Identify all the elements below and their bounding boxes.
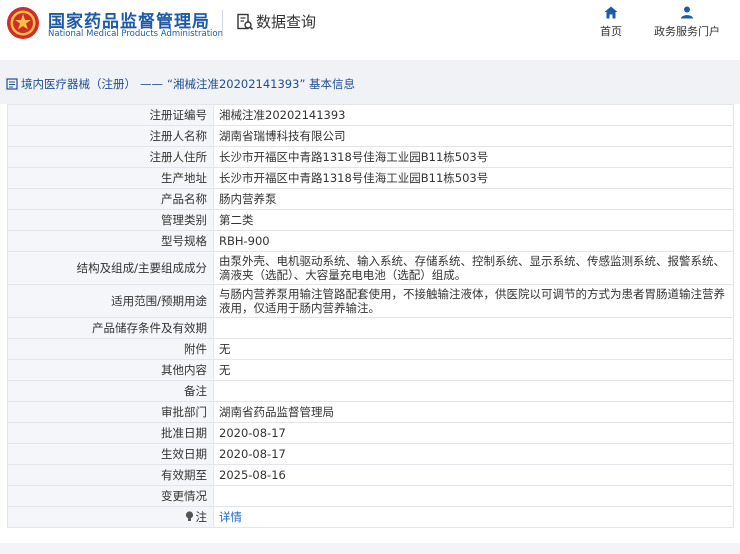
table-row: 批准日期 2020-08-17: [7, 422, 734, 444]
brand-subtitle: National Medical Products Administration: [48, 29, 223, 39]
field-value: 肠内营养泵: [213, 188, 734, 210]
table-row: 审批部门 湖南省药品监督管理局: [7, 401, 734, 423]
field-label: 结构及组成/主要组成成分: [7, 251, 214, 285]
home-icon: [604, 6, 618, 19]
emblem-icon: [7, 7, 39, 39]
field-value: [213, 317, 734, 339]
document-search-icon: [237, 13, 254, 30]
record-table-container: 注册证编号 湘械注准20202141393 注册人名称 湖南省瑞博科技有限公司 注册人住…: [7, 104, 734, 528]
table-row: 其他内容无: [7, 359, 734, 381]
field-label: 备注: [7, 380, 214, 402]
table-row: 产品储存条件及有效期: [7, 317, 734, 339]
field-label: 其他内容: [7, 359, 214, 381]
field-label: 批准日期: [7, 422, 214, 444]
field-value: 第二类: [213, 209, 734, 231]
field-value: 无: [213, 359, 734, 381]
nav-gov-portal[interactable]: 政务服务门户: [648, 6, 726, 39]
field-label: 管理类别: [7, 209, 214, 231]
table-row: 附件无: [7, 338, 734, 360]
breadcrumb-title: “湘械注准20202141393” 基本信息: [167, 77, 356, 91]
nav-gov-portal-label: 政务服务门户: [654, 25, 720, 38]
nav-home-label: 首页: [600, 25, 622, 38]
table-row: 变更情况: [7, 485, 734, 507]
data-query-label: 数据查询: [256, 13, 317, 31]
table-row: 生产地址 长沙市开福区中青路1318号佳海工业园B11栋503号: [7, 167, 734, 189]
table-row: 有效期至 2025-08-16: [7, 464, 734, 486]
field-label: 审批部门: [7, 401, 214, 423]
field-value: 与肠内营养泵用输注管路配套使用，不接触输注液体，供医院以可调节的方式为患者胃肠道…: [213, 284, 734, 318]
table-row: 产品名称 肠内营养泵: [7, 188, 734, 210]
note-label: 注: [195, 510, 208, 524]
breadcrumb-section[interactable]: 境内医疗器械（注册）: [21, 76, 136, 92]
field-value: 长沙市开福区中青路1318号佳海工业园B11栋503号: [213, 167, 734, 189]
details-link[interactable]: 详情: [219, 510, 242, 524]
table-row: 备注: [7, 380, 734, 402]
field-value: 由泵外壳、电机驱动系统、输入系统、存储系统、控制系统、显示系统、传感监测系统、报…: [213, 251, 734, 285]
field-value: 湖南省药品监督管理局: [213, 401, 734, 423]
field-value: [213, 485, 734, 507]
header-divider: [222, 10, 223, 36]
field-value: 湖南省瑞博科技有限公司: [213, 125, 734, 147]
table-row: 适用范围/预期用途 与肠内营养泵用输注管路配套使用，不接触输注液体，供医院以可调节…: [7, 284, 734, 318]
record-table: 注册证编号 湘械注准20202141393 注册人名称 湖南省瑞博科技有限公司 注册人住…: [7, 104, 734, 528]
field-label: 附件: [7, 338, 214, 360]
page-footer-band: [0, 543, 740, 554]
field-value: 2025-08-16: [213, 464, 734, 486]
field-value: 2020-08-17: [213, 443, 734, 465]
field-label: 生产地址: [7, 167, 214, 189]
field-label: 注册证编号: [7, 104, 214, 126]
field-value: 长沙市开福区中青路1318号佳海工业园B11栋503号: [213, 146, 734, 168]
document-list-icon: [6, 78, 18, 90]
nav-home[interactable]: 首页: [597, 6, 625, 39]
site-header: 国家药品监督管理局 National Medical Products Admi…: [0, 0, 740, 56]
table-row: 注册人名称 湖南省瑞博科技有限公司: [7, 125, 734, 147]
note-row: 注详情: [7, 506, 734, 528]
table-row: 注册人住所 长沙市开福区中青路1318号佳海工业园B11栋503号: [7, 146, 734, 168]
bulb-icon: [185, 511, 193, 521]
field-label: 产品储存条件及有效期: [7, 317, 214, 339]
field-label: 生效日期: [7, 443, 214, 465]
table-row: 生效日期 2020-08-17: [7, 443, 734, 465]
table-row: 型号规格 RBH-900: [7, 230, 734, 252]
breadcrumb: 境内医疗器械（注册） —— “湘械注准20202141393” 基本信息: [6, 76, 355, 92]
field-value: 湘械注准20202141393: [213, 104, 734, 126]
note-label-cell: 注: [7, 506, 214, 528]
breadcrumb-separator: ——: [140, 77, 163, 91]
field-value: 2020-08-17: [213, 422, 734, 444]
field-label: 注册人住所: [7, 146, 214, 168]
data-query-heading: 数据查询: [236, 11, 316, 32]
table-row: 管理类别 第二类: [7, 209, 734, 231]
field-label: 注册人名称: [7, 125, 214, 147]
field-label: 变更情况: [7, 485, 214, 507]
field-label: 适用范围/预期用途: [7, 284, 214, 318]
table-row: 注册证编号 湘械注准20202141393: [7, 104, 734, 126]
field-value: RBH-900: [213, 230, 734, 252]
user-icon: [681, 6, 693, 19]
field-value: [213, 380, 734, 402]
field-label: 产品名称: [7, 188, 214, 210]
note-value-cell: 详情: [213, 506, 734, 528]
table-row: 结构及组成/主要组成成分 由泵外壳、电机驱动系统、输入系统、存储系统、控制系统、显…: [7, 251, 734, 285]
field-label: 有效期至: [7, 464, 214, 486]
field-value: 无: [213, 338, 734, 360]
field-label: 型号规格: [7, 230, 214, 252]
